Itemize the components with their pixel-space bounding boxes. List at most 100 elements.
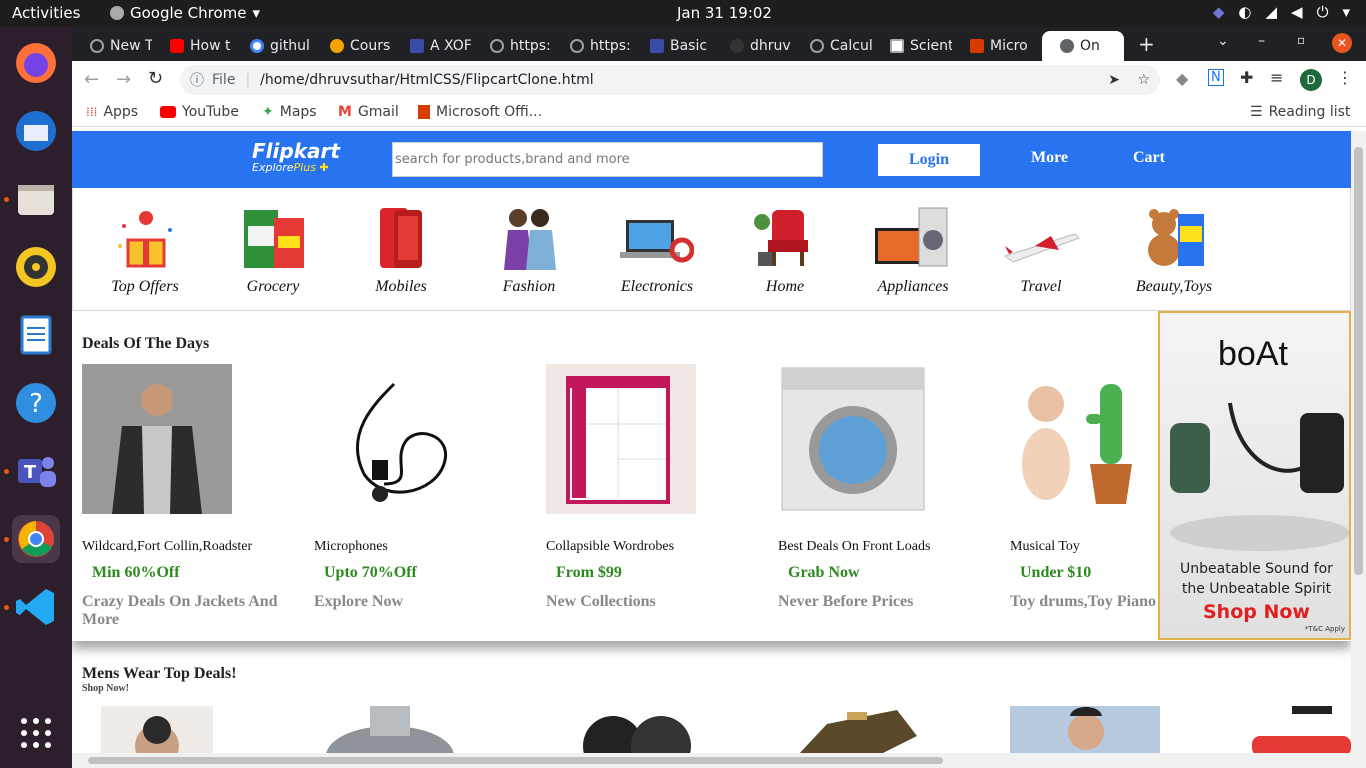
bookmark-gmail[interactable]: M Gmail [338,104,399,120]
avatar[interactable]: D [1300,69,1322,91]
tab-3[interactable]: githul [232,31,312,61]
send-icon[interactable]: ➤ [1108,72,1120,88]
clock[interactable]: Jan 31 19:02 [677,4,772,22]
firefox-icon[interactable] [12,39,60,87]
apps-grid-icon: ⁞⁞⁞ [86,105,98,119]
scroll-thumb[interactable] [1354,147,1363,575]
bookmark-office[interactable]: Microsoft Offi... [418,104,542,120]
flipkart-logo[interactable]: Flipkart ExplorePlus ✚ [252,139,340,174]
shirt-image[interactable] [1010,706,1160,756]
wifi-icon: ◢ [1265,3,1278,21]
bookmark-star-icon[interactable]: ☆ [1137,72,1150,88]
category-bar: Top Offers Grocery Mobiles Fashion Elect… [72,188,1351,311]
cart-link[interactable]: Cart [1133,149,1165,167]
system-tray[interactable]: ◆ ◐ ◢ ◀ ⏻ ▾ [1213,3,1350,21]
tab-10[interactable]: Calcul [792,31,872,61]
scroll-thumb[interactable] [88,757,943,764]
teams-tray-icon: ◆ [1212,3,1225,21]
category-electronics[interactable]: Electronics [607,206,707,296]
puzzle-icon[interactable]: ✚ [1240,68,1253,87]
horizontal-scrollbar[interactable] [72,753,1366,768]
rhythmbox-icon[interactable] [12,243,60,291]
media-icon[interactable]: ≡ [1270,68,1283,87]
info-icon[interactable]: ⓘ [190,70,204,90]
tab-7[interactable]: https: [552,31,632,61]
extension-icon[interactable]: ◆ [1176,69,1188,88]
washing-machine-image [778,364,928,514]
maximize-icon[interactable]: ▫ [1297,33,1305,47]
category-fashion[interactable]: Fashion [479,206,579,296]
file-label: File [212,72,236,88]
search-input[interactable]: search for products,brand and more [392,142,823,177]
url-text[interactable]: /home/dhruvsuthar/HtmlCSS/FlipcartClone.… [260,72,593,88]
browser-toolbar: ← → ↻ ⓘ File | /home/dhruvsuthar/HtmlCSS… [72,61,1366,99]
luggage-image[interactable] [1242,706,1351,756]
category-beauty-toys[interactable]: Beauty,Toys [1119,206,1229,296]
bookmark-maps[interactable]: ✦ Maps [262,104,317,120]
chrome-dock-icon[interactable] [12,515,60,563]
address-bar[interactable]: ⓘ File | /home/dhruvsuthar/HtmlCSS/Flipc… [180,65,1160,95]
thunderbird-icon[interactable] [12,107,60,155]
vertical-scrollbar[interactable] [1351,131,1366,753]
category-top-offers[interactable]: Top Offers [95,206,195,296]
grocery-icon [223,206,323,270]
category-appliances[interactable]: Appliances [863,206,963,296]
reading-list[interactable]: ☰ Reading list [1250,104,1350,120]
more-link[interactable]: More [1031,149,1068,167]
site-icon [890,39,904,53]
writer-icon[interactable] [12,311,60,359]
close-tab-icon[interactable]: ✕ [1122,38,1124,54]
tab-9[interactable]: dhruv [712,31,792,61]
deal-card[interactable]: Collapsible Wordrobes From $99 New Colle… [546,364,756,611]
watch-image[interactable] [322,706,462,768]
deal-card[interactable]: Best Deals On Front Loads Grab Now Never… [778,364,988,611]
menu-icon[interactable]: ⋮ [1337,68,1353,87]
tab-6[interactable]: https: [472,31,552,61]
power-icon: ⏻ [1316,3,1329,21]
boat-ad-banner[interactable]: boAt Unbeatable Sound for the Unbeatable … [1158,311,1351,640]
deal-card[interactable]: Microphones Upto 70%Off Explore Now [314,364,524,611]
shoes-image[interactable] [577,706,697,768]
tab-4[interactable]: Cours [312,31,392,61]
close-window-icon[interactable]: ✕ [1332,33,1352,53]
shop-now-link[interactable]: Shop Now! [82,683,237,694]
activities-button[interactable]: Activities [12,4,80,22]
category-mobiles[interactable]: Mobiles [351,206,451,296]
musical-toy-image [1010,364,1160,514]
tab-12[interactable]: Micro [952,31,1032,61]
tab-8[interactable]: Basic [632,31,712,61]
tab-2[interactable]: How t [152,31,232,61]
teams-icon[interactable]: T [12,447,60,495]
vscode-icon[interactable] [12,583,60,631]
forward-icon[interactable]: → [116,69,131,90]
minimize-icon[interactable]: – [1258,33,1265,49]
bookmark-youtube[interactable]: YouTube [160,104,239,120]
reload-icon[interactable]: ↻ [148,68,163,89]
deal-card[interactable]: Wildcard,Fort Collin,Roadster Min 60%Off… [82,364,292,629]
chevron-down-icon: ▾ [252,4,261,22]
tab-active[interactable]: On✕ [1042,31,1124,61]
files-icon[interactable] [12,175,60,223]
category-home[interactable]: Home [735,206,835,296]
tab-1[interactable]: New T [72,31,152,61]
category-grocery[interactable]: Grocery [223,206,323,296]
new-tab-icon[interactable]: + [1138,32,1155,56]
tab-search-icon[interactable]: ⌄ [1217,33,1229,49]
tab-5[interactable]: A XOF [392,31,472,61]
jacket-image [82,364,232,514]
help-icon[interactable]: ? [12,379,60,427]
bookmark-apps[interactable]: ⁞⁞⁞ Apps [86,104,138,120]
category-travel[interactable]: Travel [991,206,1091,296]
back-icon[interactable]: ← [84,69,99,90]
shop-now-button[interactable]: Shop Now [1160,601,1349,623]
login-button[interactable]: Login [878,144,980,176]
tab-11[interactable]: Scient [872,31,952,61]
mens-section-header: Mens Wear Top Deals! Shop Now! [82,665,237,694]
app-name: Google Chrome [130,4,247,22]
app-menu[interactable]: Google Chrome ▾ [110,4,260,22]
gift-icon [95,206,195,270]
sunglasses-image[interactable] [777,706,927,756]
extension-n-icon[interactable]: N [1208,69,1224,86]
show-apps-icon[interactable] [12,709,60,757]
mens-product-image[interactable] [101,706,213,768]
